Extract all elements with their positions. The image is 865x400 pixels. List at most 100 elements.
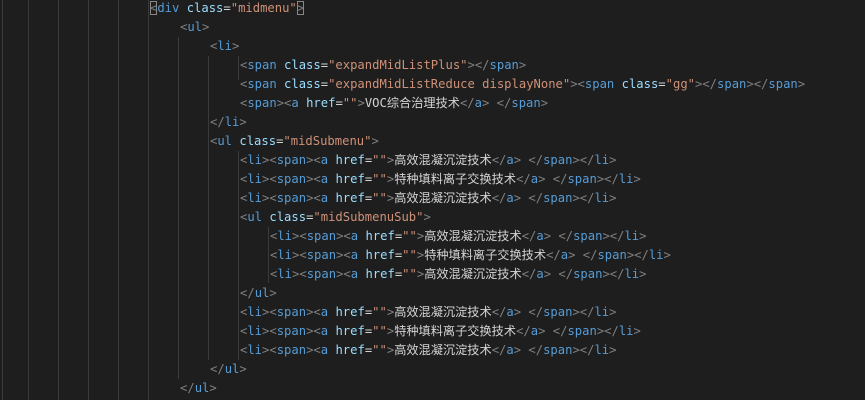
code-token: ><: [262, 305, 277, 319]
code-token: ><: [306, 324, 321, 338]
code-editor[interactable]: <div class="midmenu"> <ul> <li> <span class…: [0, 0, 865, 400]
code-line[interactable]: <li><span><a href="">高效混凝沉淀技术</a> </span…: [240, 189, 617, 208]
code-line[interactable]: <li><span><a href="">高效混凝沉淀技术</a> </span…: [240, 151, 617, 170]
code-line[interactable]: </ul>: [240, 284, 277, 303]
code-line[interactable]: </ul>: [210, 360, 247, 379]
code-token: li: [277, 267, 293, 281]
code-token: span: [543, 343, 573, 357]
code-token: li: [247, 191, 263, 205]
code-token: span: [306, 267, 337, 281]
code-line[interactable]: <li><span><a href="">高效混凝沉淀技术</a> </span…: [240, 341, 617, 360]
code-token: ></: [572, 305, 595, 319]
code-token: href: [335, 172, 365, 186]
code-token: </: [521, 267, 537, 281]
code-token: class: [269, 210, 307, 224]
code-token: </: [521, 229, 537, 243]
code-line[interactable]: </ul>: [180, 379, 217, 398]
code-token: ><: [262, 343, 277, 357]
code-token: li: [624, 267, 640, 281]
code-token: "": [372, 153, 387, 167]
code-token: ><: [570, 77, 585, 91]
code-line[interactable]: <div class="midmenu">: [150, 0, 305, 18]
code-token: span: [567, 172, 597, 186]
code-token: span: [717, 77, 747, 91]
code-line[interactable]: <ul class="midSubmenu">: [210, 132, 379, 151]
code-line[interactable]: <li><span><a href="">特种填料离子交换技术</a> </sp…: [240, 170, 641, 189]
code-token: li: [594, 153, 610, 167]
code-token: ><: [292, 229, 307, 243]
code-token: </: [491, 305, 507, 319]
code-token: span: [276, 191, 307, 205]
code-token: a: [536, 229, 544, 243]
code-token: "": [372, 172, 387, 186]
code-line[interactable]: <span class="expandMidListPlus"></span>: [240, 56, 526, 75]
code-token: ><: [262, 191, 277, 205]
code-line[interactable]: <span><a href="">VOC综合治理技术</a> </span>: [240, 94, 548, 113]
code-token: ><: [306, 305, 321, 319]
code-token: </: [491, 191, 507, 205]
code-token: </: [528, 153, 544, 167]
code-token: li: [224, 115, 240, 129]
code-token: >: [633, 324, 641, 338]
code-token: ><: [306, 172, 321, 186]
code-line[interactable]: <li><span><a href="">高效混凝沉淀技术</a> </span…: [270, 265, 647, 284]
code-token: href: [306, 96, 336, 110]
code-token: href: [335, 324, 365, 338]
code-token: =: [335, 96, 343, 110]
code-token: li: [247, 305, 263, 319]
code-token: </: [180, 381, 195, 395]
code-token: ></: [626, 248, 649, 262]
code-token: ></: [602, 267, 625, 281]
code-token: class: [284, 58, 321, 72]
code-token: span: [489, 58, 519, 72]
code-token: >: [513, 343, 522, 357]
code-token: 高效混凝沉淀技术: [394, 153, 492, 167]
code-token: span: [276, 343, 307, 357]
code-line[interactable]: <li>: [210, 37, 239, 56]
code-token: >: [357, 96, 365, 110]
code-token: ></: [746, 77, 769, 91]
code-token: >: [239, 362, 247, 376]
code-token: </: [528, 191, 544, 205]
code-line[interactable]: <li><span><a href="">高效混凝沉淀技术</a> </span…: [240, 303, 617, 322]
code-token: ><: [336, 248, 351, 262]
code-token: span: [276, 172, 307, 186]
code-token: =: [223, 1, 231, 15]
code-token: ul: [254, 286, 270, 300]
indent-guide: [88, 0, 89, 400]
indent-guide: [2, 0, 3, 400]
code-token: a: [320, 191, 329, 205]
code-token: href: [365, 229, 395, 243]
code-line[interactable]: <ul class="midSubmenuSub">: [240, 208, 431, 227]
code-token: li: [594, 305, 610, 319]
code-token: >: [639, 229, 647, 243]
code-token: "midSubmenu": [283, 134, 372, 148]
code-token: li: [624, 229, 640, 243]
code-token: span: [597, 248, 627, 262]
code-token: a: [320, 305, 329, 319]
code-token: ><: [306, 153, 321, 167]
code-line[interactable]: <li><span><a href="">高效混凝沉淀技术</a> </span…: [270, 227, 647, 246]
code-token: "": [402, 267, 417, 281]
code-token: a: [320, 172, 329, 186]
code-line[interactable]: <span class="expandMidListReduce display…: [240, 75, 805, 94]
code-token: a: [536, 267, 544, 281]
code-token: ></: [467, 58, 490, 72]
code-token: span: [306, 229, 337, 243]
code-token: "midmenu": [230, 1, 297, 15]
code-token: span: [573, 267, 603, 281]
code-line[interactable]: <ul>: [180, 18, 209, 37]
code-line[interactable]: <li><span><a href="">特种填料离子交换技术</a> </sp…: [240, 322, 641, 341]
code-token: div: [157, 1, 180, 15]
code-token: ></: [572, 191, 595, 205]
code-token: ul: [224, 362, 240, 376]
code-line[interactable]: <li><span><a href="">特种填料离子交换技术</a> </sp…: [270, 246, 671, 265]
code-line[interactable]: </li>: [210, 113, 247, 132]
code-token: =: [320, 77, 329, 91]
code-token: ul: [217, 134, 233, 148]
code-token: 特种填料离子交换技术: [394, 324, 517, 338]
code-token: >: [513, 305, 522, 319]
